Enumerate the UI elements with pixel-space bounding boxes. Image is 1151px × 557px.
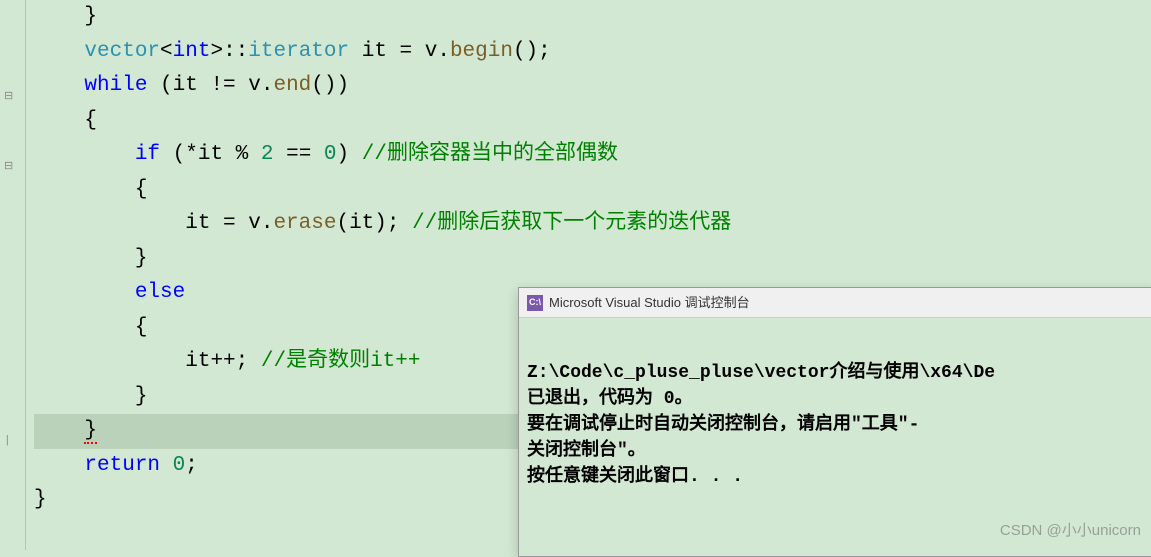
code-token: ()) <box>311 74 349 97</box>
code-token: < <box>160 40 173 63</box>
code-token: == <box>273 143 323 166</box>
console-output: Z:\Code\c_pluse_pluse\vector介绍与使用\x64\De… <box>519 318 1151 499</box>
code-token: 0 <box>324 143 337 166</box>
code-line[interactable]: it = v.erase(it); //删除后获取下一个元素的迭代器 <box>34 207 1151 242</box>
console-title: Microsoft Visual Studio 调试控制台 <box>549 292 750 313</box>
code-token <box>160 454 173 477</box>
code-token: int <box>173 40 211 63</box>
code-token: //删除后获取下一个元素的迭代器 <box>412 212 731 235</box>
code-token: iterator <box>248 40 349 63</box>
code-line[interactable]: { <box>34 173 1151 208</box>
code-token: end <box>273 74 311 97</box>
code-token: } <box>84 419 97 444</box>
code-token: vector <box>84 40 160 63</box>
code-token: } <box>135 247 148 270</box>
code-line[interactable]: vector<int>::iterator it = v.begin(); <box>34 35 1151 70</box>
code-token: { <box>84 109 97 132</box>
code-token: while <box>84 74 147 97</box>
code-token: } <box>135 385 148 408</box>
fold-indicator[interactable]: ⊟ <box>4 88 14 98</box>
code-token: (it != v. <box>147 74 273 97</box>
code-token: { <box>135 178 148 201</box>
watermark: CSDN @小小unicorn <box>1000 519 1141 544</box>
fold-indicator[interactable]: ⊟ <box>4 158 14 168</box>
code-token: (*it % <box>160 143 261 166</box>
code-line[interactable]: } <box>34 0 1151 35</box>
fold-indicator[interactable]: | <box>4 432 14 442</box>
code-token: if <box>135 143 160 166</box>
debug-console-window[interactable]: C:\ Microsoft Visual Studio 调试控制台 Z:\Cod… <box>518 287 1151 557</box>
code-token: it = v. <box>185 212 273 235</box>
code-token: it = v. <box>349 40 450 63</box>
code-token: { <box>135 316 148 339</box>
editor-gutter: ⊟ ⊟ | <box>0 0 26 550</box>
code-token: erase <box>273 212 336 235</box>
code-token: ) <box>337 143 362 166</box>
console-icon: C:\ <box>527 295 543 311</box>
code-token: //是奇数则it++ <box>261 350 421 373</box>
code-line[interactable]: while (it != v.end()) <box>34 69 1151 104</box>
code-token: return <box>84 454 160 477</box>
code-line[interactable]: } <box>34 242 1151 277</box>
code-token: ; <box>185 454 198 477</box>
code-line[interactable]: { <box>34 104 1151 139</box>
code-token: (); <box>513 40 551 63</box>
code-token: 0 <box>173 454 186 477</box>
code-token: } <box>84 5 97 28</box>
code-line[interactable]: if (*it % 2 == 0) //删除容器当中的全部偶数 <box>34 138 1151 173</box>
code-token: else <box>135 281 185 304</box>
console-titlebar[interactable]: C:\ Microsoft Visual Studio 调试控制台 <box>519 288 1151 318</box>
code-token: } <box>34 488 47 511</box>
code-token: (it); <box>336 212 412 235</box>
code-token: begin <box>450 40 513 63</box>
code-token: //删除容器当中的全部偶数 <box>362 143 618 166</box>
code-token: >:: <box>210 40 248 63</box>
code-token: 2 <box>261 143 274 166</box>
code-token: it++; <box>185 350 261 373</box>
